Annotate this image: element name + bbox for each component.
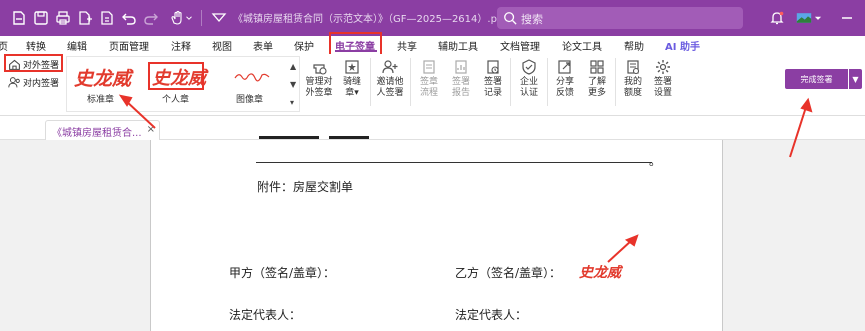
arrow-to-finish [789, 106, 807, 158]
arrow-to-seal [124, 99, 156, 129]
arrow-head [800, 97, 813, 113]
annotation-arrows [118, 94, 813, 263]
arrow-to-signature [607, 239, 633, 263]
